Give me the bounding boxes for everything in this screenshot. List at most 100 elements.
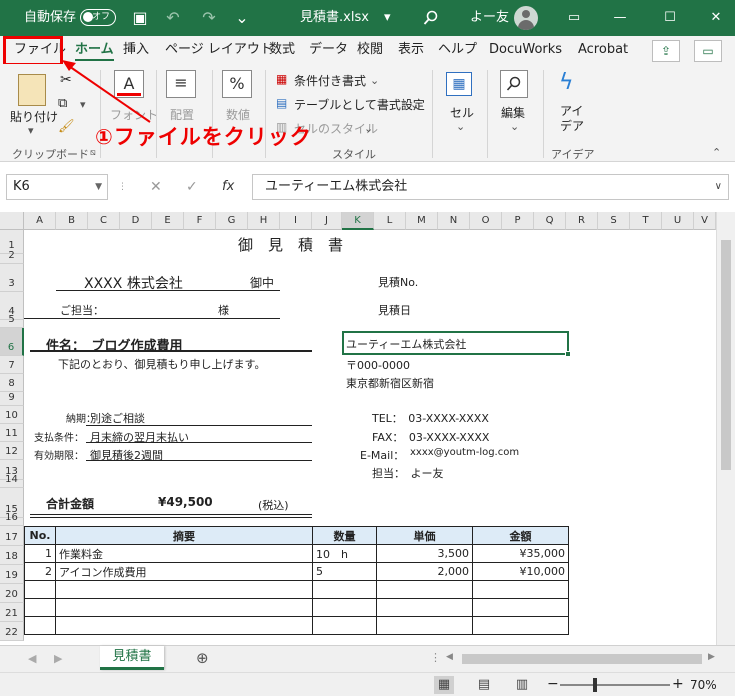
scroll-thumb[interactable]	[721, 240, 731, 470]
avatar[interactable]	[514, 6, 538, 30]
format-as-table-caret-icon[interactable]: ⌄	[410, 98, 419, 111]
minimize-icon[interactable]: —	[610, 0, 630, 36]
column-header-m[interactable]: M	[406, 212, 438, 230]
tab-help[interactable]: ヘルプ	[438, 36, 477, 64]
row-unit-price[interactable]: 2,000	[376, 562, 473, 581]
row-no[interactable]: 1	[24, 544, 56, 563]
editing-caret-icon[interactable]: ⌄	[510, 120, 519, 133]
column-header-o[interactable]: O	[470, 212, 502, 230]
row-amount[interactable]	[472, 580, 569, 599]
cells-icon[interactable]: ▦	[446, 72, 472, 96]
row-no[interactable]	[24, 598, 56, 617]
number-format-icon[interactable]: %	[222, 70, 252, 98]
row-header-18[interactable]: 18	[0, 546, 24, 565]
alignment-icon[interactable]: ≡	[166, 70, 196, 98]
formula-input[interactable]: ユーティーエム株式会社 ∨	[252, 174, 729, 200]
enter-icon[interactable]: ✓	[186, 174, 198, 200]
tab-insert[interactable]: 挿入	[123, 36, 149, 64]
worksheet-grid[interactable]: ABCDEFGHIJKLMNOPQRSTUV 1 2 3 4 5 6 7 8 9 10 11 12 13…	[0, 212, 735, 645]
row-header-5[interactable]: 5	[0, 314, 24, 328]
search-icon[interactable]	[420, 0, 442, 36]
column-header-t[interactable]: T	[630, 212, 662, 230]
prev-sheet-icon[interactable]: ◀	[28, 652, 36, 665]
row-header-11[interactable]: 11	[0, 424, 24, 442]
column-header-v[interactable]: V	[694, 212, 716, 230]
row-amount[interactable]	[472, 616, 569, 635]
row-no[interactable]	[24, 580, 56, 599]
redo-icon[interactable]: ↷	[196, 0, 222, 36]
row-amount[interactable]: ¥10,000	[472, 562, 569, 581]
row-quantity[interactable]	[312, 616, 377, 635]
column-header-l[interactable]: L	[374, 212, 406, 230]
editing-icon[interactable]	[500, 70, 528, 98]
undo-icon[interactable]: ↶	[160, 0, 186, 36]
column-header-d[interactable]: D	[120, 212, 152, 230]
sheet-bar-split-icon[interactable]: ⋮	[430, 651, 441, 664]
insert-function-icon[interactable]: fx	[222, 174, 234, 200]
user-name[interactable]: よー友	[470, 0, 509, 36]
row-quantity[interactable]: 10 h	[312, 544, 377, 563]
row-description[interactable]	[55, 616, 313, 635]
column-header-f[interactable]: F	[184, 212, 216, 230]
select-all-corner[interactable]	[0, 212, 24, 230]
tab-view[interactable]: 表示	[398, 36, 424, 64]
selected-cell-k6[interactable]	[342, 331, 571, 357]
page-layout-view-icon[interactable]: ▤	[474, 676, 494, 694]
column-header-u[interactable]: U	[662, 212, 694, 230]
row-header-12[interactable]: 12	[0, 442, 24, 460]
ideas-icon[interactable]: ϟ	[559, 70, 574, 95]
row-header-9[interactable]: 9	[0, 392, 24, 406]
row-description[interactable]: 作業料金	[55, 544, 313, 563]
zoom-slider[interactable]	[560, 684, 670, 686]
row-amount[interactable]	[472, 598, 569, 617]
copy-caret-icon[interactable]: ▾	[80, 98, 86, 111]
column-header-e[interactable]: E	[152, 212, 184, 230]
cells-caret-icon[interactable]: ⌄	[456, 120, 465, 133]
autosave-toggle[interactable]: オフ	[80, 9, 116, 26]
row-header-17[interactable]: 17	[0, 526, 24, 546]
paste-button[interactable]: 貼り付け	[10, 108, 58, 125]
hscroll-left-icon[interactable]: ◀	[446, 652, 453, 662]
column-header-n[interactable]: N	[438, 212, 470, 230]
tab-review[interactable]: 校閲	[357, 36, 383, 64]
cell-styles-caret-icon[interactable]: ⌄	[364, 122, 373, 135]
row-no[interactable]	[24, 616, 56, 635]
tab-docuworks[interactable]: DocuWorks	[489, 36, 562, 64]
tab-home[interactable]: ホーム	[75, 36, 114, 64]
paste-icon[interactable]	[18, 74, 46, 106]
conditional-caret-icon[interactable]: ⌄	[370, 74, 379, 87]
row-header-19[interactable]: 19	[0, 565, 24, 584]
ideas-button[interactable]: アイ デア	[560, 104, 584, 134]
tab-page-layout[interactable]: ページ レイアウト	[165, 36, 273, 64]
row-description[interactable]: アイコン作成費用	[55, 562, 313, 581]
page-break-view-icon[interactable]: ▥	[512, 676, 532, 694]
format-painter-icon[interactable]: 🖌	[58, 119, 75, 134]
formula-expand-icon[interactable]: ∨	[715, 175, 722, 199]
tab-data[interactable]: データ	[309, 36, 348, 64]
row-quantity[interactable]	[312, 598, 377, 617]
row-header-6[interactable]: 6	[0, 328, 24, 356]
horizontal-scroll-thumb[interactable]	[462, 654, 702, 664]
tab-acrobat[interactable]: Acrobat	[578, 36, 628, 64]
column-header-h[interactable]: H	[248, 212, 280, 230]
row-description[interactable]	[55, 598, 313, 617]
column-header-q[interactable]: Q	[534, 212, 566, 230]
name-box[interactable]: K6 ▼	[6, 174, 108, 200]
editing-button[interactable]: 編集	[501, 104, 525, 121]
row-unit-price[interactable]: 3,500	[376, 544, 473, 563]
column-header-k[interactable]: K	[342, 212, 374, 230]
row-no[interactable]: 2	[24, 562, 56, 581]
row-header-8[interactable]: 8	[0, 374, 24, 392]
share-icon[interactable]: ⇪	[652, 40, 680, 62]
save-icon[interactable]: ▣	[130, 0, 150, 36]
column-header-a[interactable]: A	[24, 212, 56, 230]
zoom-in-button[interactable]: +	[672, 676, 684, 692]
zoom-out-button[interactable]: −	[547, 676, 559, 692]
file-name[interactable]: 見積書.xlsx	[300, 0, 369, 36]
column-header-b[interactable]: B	[56, 212, 88, 230]
row-unit-price[interactable]	[376, 598, 473, 617]
cells-button[interactable]: セル	[450, 104, 474, 121]
name-box-dropdown-icon[interactable]: ▼	[95, 175, 102, 199]
close-icon[interactable]: ✕	[706, 0, 726, 36]
row-amount[interactable]: ¥35,000	[472, 544, 569, 563]
